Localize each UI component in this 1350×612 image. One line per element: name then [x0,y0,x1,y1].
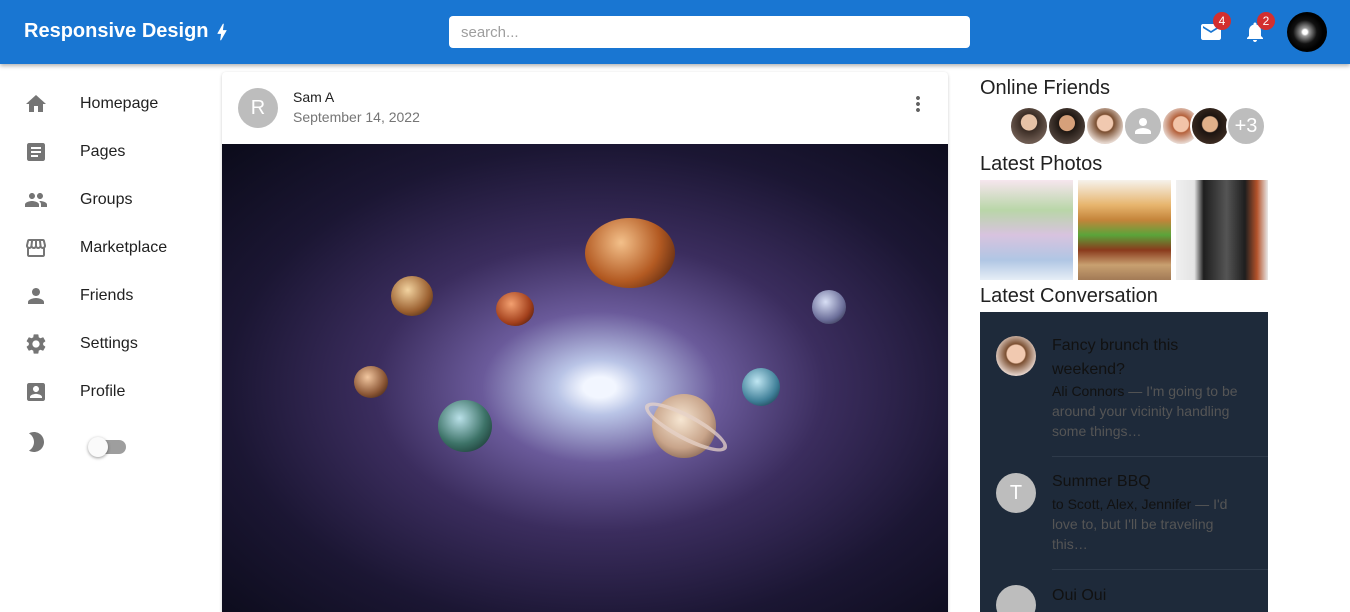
article-icon [27,143,45,161]
post-avatar[interactable]: R [238,88,278,128]
person-icon [1135,118,1151,134]
planet [742,368,780,406]
conversation-title[interactable]: Fancy brunch this weekend? [1052,334,1242,382]
planet [585,218,675,288]
planet [812,290,846,324]
storefront-icon [26,239,46,257]
latest-photo[interactable] [980,180,1073,280]
gear-icon [26,334,46,354]
person-icon [28,288,44,304]
dark-mode-indicator [0,418,60,466]
groups-icon [25,193,47,207]
sidebar-item-friends[interactable]: Friends [0,272,200,320]
sidebar-item-homepage[interactable]: Homepage [0,80,200,128]
divider [1052,569,1268,570]
sidebar-item-label: Marketplace [80,239,168,256]
conversation-avatar[interactable]: T [996,473,1036,513]
moon-icon [29,432,44,452]
planet [354,366,388,398]
friend-avatar[interactable] [1047,106,1087,146]
mail-button[interactable]: 4 [1199,12,1231,44]
planet [496,292,534,326]
bolt-icon [216,23,227,40]
user-avatar[interactable] [1287,12,1327,52]
app-title: Responsive Design [24,20,209,42]
latest-photo[interactable] [1078,180,1171,280]
conversation-title[interactable]: Oui Oui [1052,584,1242,608]
sidebar-item-label: Homepage [80,95,159,112]
dark-mode-toggle[interactable] [88,434,128,457]
sidebar-item-groups[interactable]: Groups [0,176,200,224]
conversation-sender: Ali Connors [1052,383,1125,399]
sidebar-item-label: Settings [80,335,138,352]
more-options-button[interactable] [906,92,930,116]
notifications-button[interactable]: 2 [1243,12,1275,44]
app-logo[interactable]: Responsive Design [24,20,233,43]
conversation-avatar[interactable] [996,585,1036,612]
more-vert-icon [916,96,920,112]
app-bar: Responsive Design 4 2 [0,0,1350,64]
mail-badge: 4 [1213,12,1231,30]
friend-avatar[interactable] [1190,106,1230,146]
friend-avatar[interactable] [1085,106,1125,146]
planet [438,400,492,452]
sidebar-item-label: Pages [80,143,126,160]
conversation-preview: to Scott, Alex, Jennifer — I'd love to, … [1052,494,1242,554]
latest-photo[interactable] [1176,180,1268,280]
toggle-thumb [88,437,108,457]
sidebar-item-label: Friends [80,287,134,304]
sidebar-item-label: Groups [80,191,133,208]
divider [1052,456,1268,457]
sidebar-item-profile[interactable]: Profile [0,368,200,416]
search-input[interactable] [449,16,970,48]
conversation-avatar[interactable] [996,336,1036,376]
more-friends-count[interactable]: +3 [1226,106,1266,146]
conversation-title[interactable]: Summer BBQ [1052,470,1242,494]
conversation-list: Fancy brunch this weekend? Ali Connors —… [980,312,1268,612]
sidebar-item-pages[interactable]: Pages [0,128,200,176]
account-box-icon [27,383,45,401]
post-date: September 14, 2022 [293,109,420,125]
sidebar-item-marketplace[interactable]: Marketplace [0,224,200,272]
latest-conversation-title: Latest Conversation [980,285,1158,307]
sidebar-item-label: Profile [80,383,126,400]
conversation-preview: Ali Connors — I'm going to be around you… [1052,381,1242,441]
post-image[interactable] [222,144,948,612]
home-icon [26,95,46,112]
sidebar-item-settings[interactable]: Settings [0,320,200,368]
friend-avatar[interactable] [1123,106,1163,146]
notifications-badge: 2 [1257,12,1275,30]
conversation-sender: to Scott, Alex, Jennifer [1052,496,1192,512]
friend-avatar[interactable] [1009,106,1049,146]
online-friends-title: Online Friends [980,77,1111,99]
latest-photos-title: Latest Photos [980,153,1103,175]
planet [391,276,433,316]
post-author: Sam A [293,89,335,105]
post-card: R Sam A September 14, 2022 [222,72,948,612]
